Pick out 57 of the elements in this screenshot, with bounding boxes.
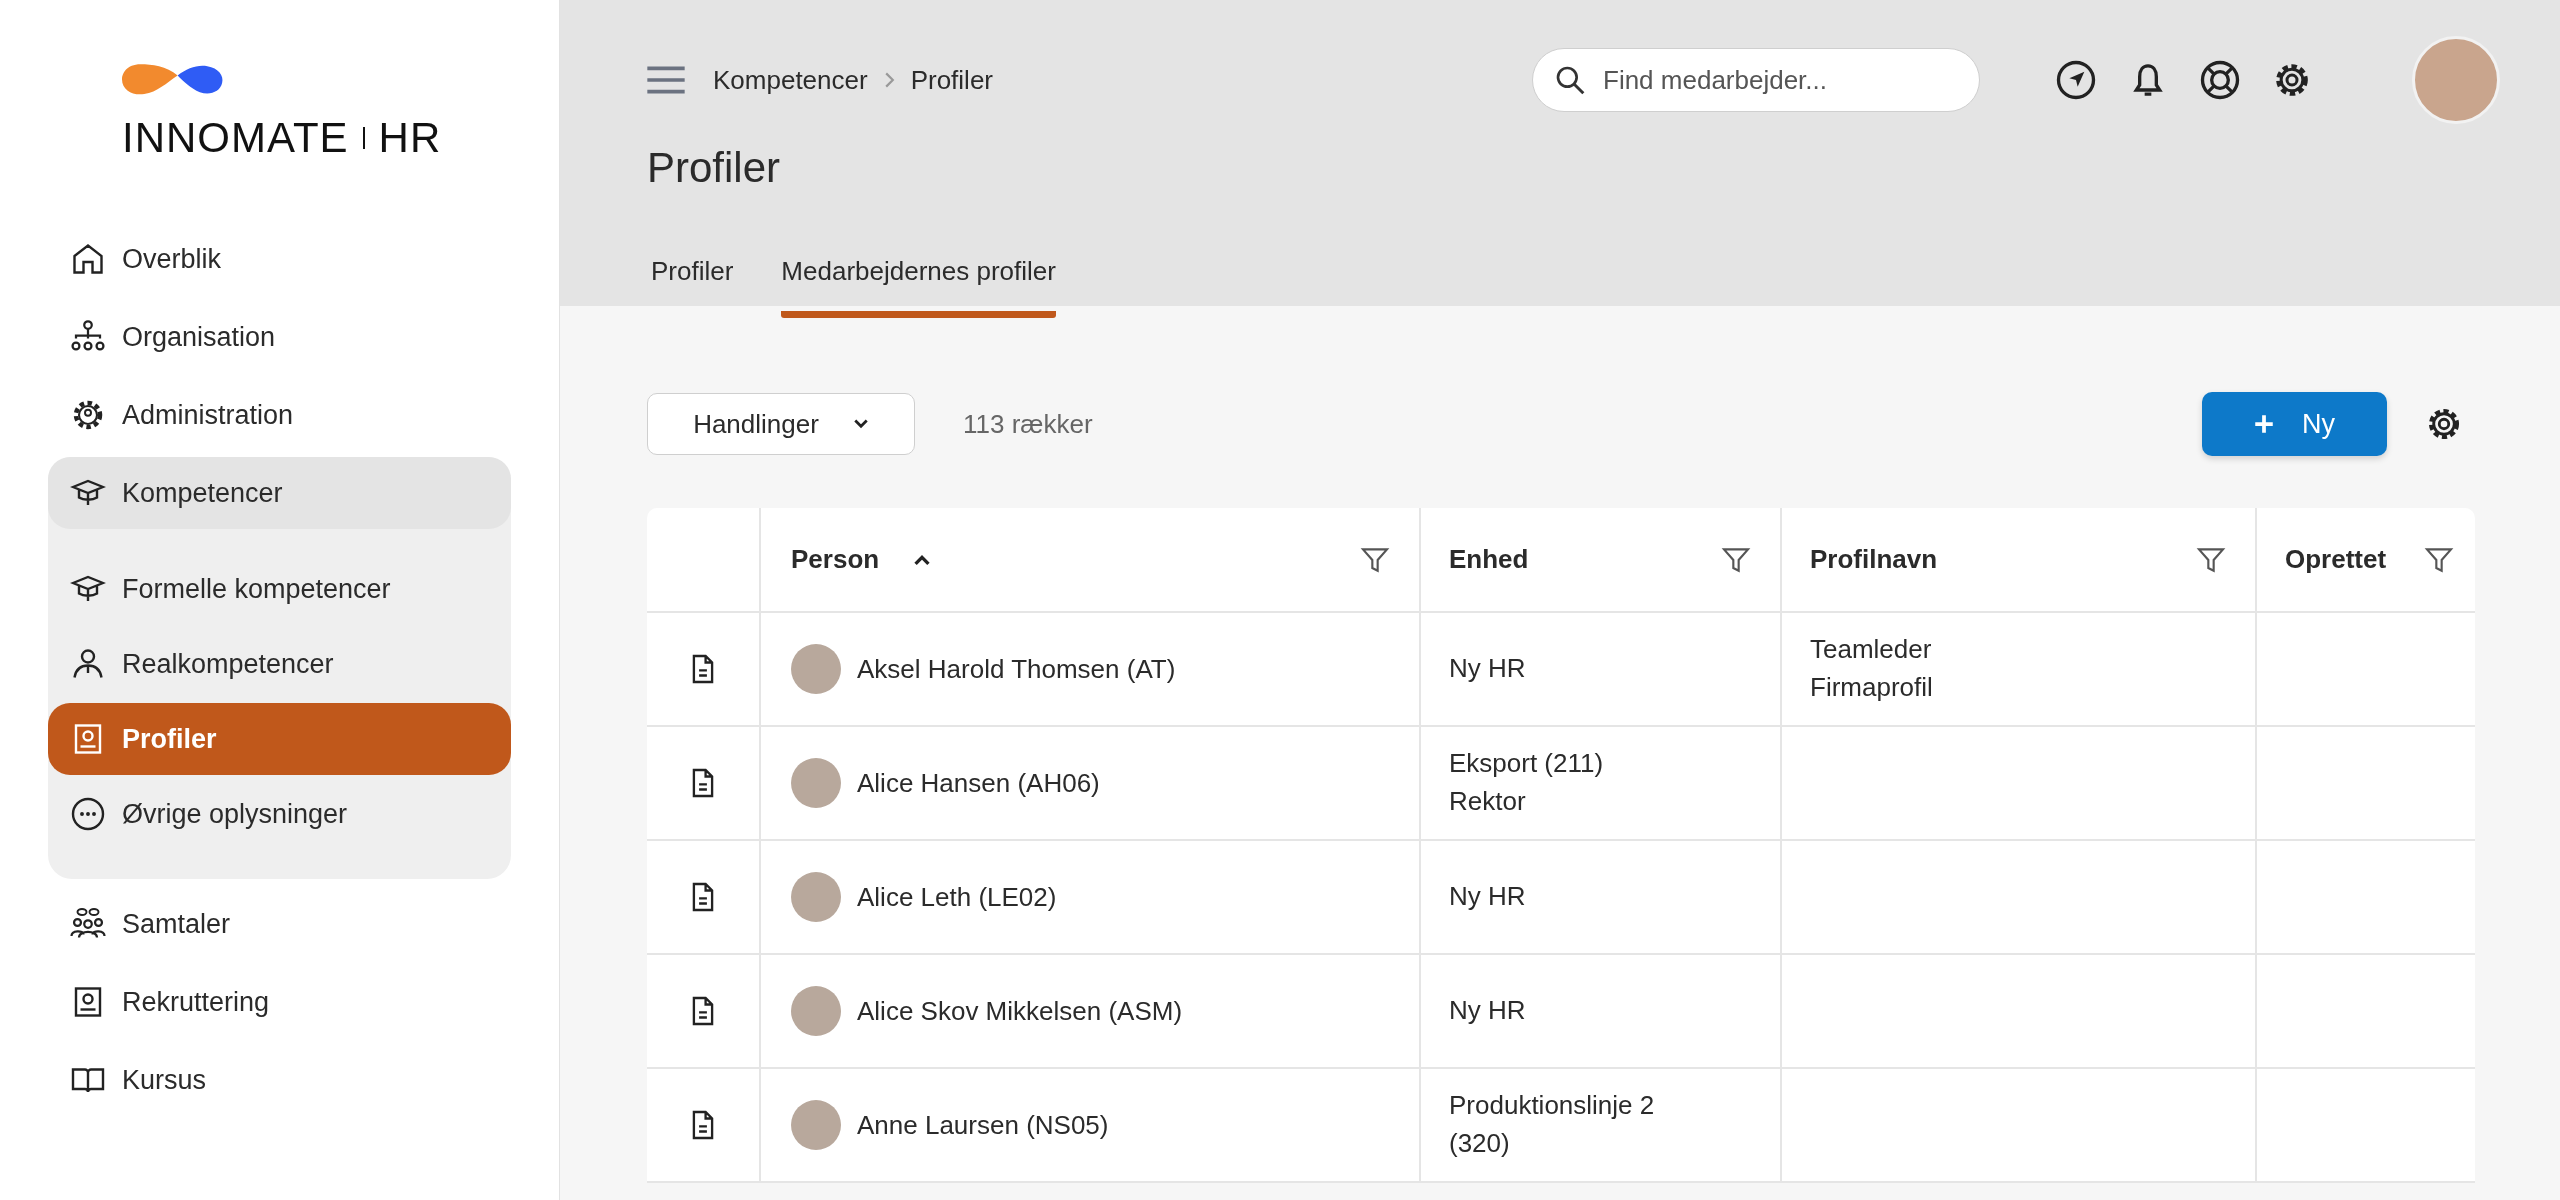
nav-item[interactable]: Profiler bbox=[48, 703, 511, 775]
nav-item[interactable]: Overblik bbox=[0, 223, 559, 295]
nav-item[interactable]: Øvrige oplysninger bbox=[48, 778, 511, 850]
person-name: Anne Laursen (NS05) bbox=[857, 1109, 1109, 1141]
avatar bbox=[791, 872, 841, 922]
column-header[interactable]: Oprettet bbox=[2255, 508, 2475, 611]
plus-icon bbox=[2254, 414, 2274, 434]
document-icon[interactable] bbox=[690, 653, 716, 685]
document-icon[interactable] bbox=[690, 767, 716, 799]
home-icon bbox=[70, 241, 106, 277]
menu-icon[interactable] bbox=[647, 66, 685, 94]
column-header[interactable]: Enhed bbox=[1419, 508, 1780, 611]
new-button[interactable]: Ny bbox=[2202, 392, 2387, 456]
avatar bbox=[791, 758, 841, 808]
nav-item[interactable]: Administration bbox=[0, 379, 559, 451]
nav-item[interactable]: Realkompetencer bbox=[48, 628, 511, 700]
column-header[interactable]: Profilnavn bbox=[1780, 508, 2255, 611]
nav-item[interactable]: Rekruttering bbox=[0, 966, 559, 1038]
unit-name: Rektor bbox=[1449, 785, 1526, 818]
nav-item[interactable]: Formelle kompetencer bbox=[48, 553, 511, 625]
nav-item[interactable]: Kursus bbox=[0, 1044, 559, 1116]
logo-wordmark: INNOMATE HR bbox=[122, 114, 442, 162]
chevron-down-icon bbox=[852, 418, 869, 430]
unit-name: Eksport (211) bbox=[1449, 747, 1604, 781]
nav-item[interactable]: Organisation bbox=[0, 301, 559, 373]
document-icon[interactable] bbox=[690, 881, 716, 913]
document-icon[interactable] bbox=[690, 1109, 716, 1141]
search-icon bbox=[1554, 64, 1586, 96]
tab[interactable]: Profiler bbox=[651, 256, 734, 318]
person-name: Aksel Harold Thomsen (AT) bbox=[857, 653, 1176, 685]
more-icon bbox=[70, 796, 106, 832]
navigation-icon[interactable] bbox=[2056, 60, 2096, 100]
actions-dropdown[interactable]: Handlinger bbox=[647, 393, 915, 455]
search-field[interactable]: Find medarbejder... bbox=[1532, 48, 1980, 112]
chevron-right-icon bbox=[883, 71, 895, 89]
page-title: Profiler bbox=[647, 144, 782, 193]
row-count: 113 rækker bbox=[963, 408, 1093, 440]
person-name: Alice Hansen (AH06) bbox=[857, 767, 1100, 799]
column-header[interactable]: Person bbox=[759, 508, 1419, 611]
breadcrumb-link[interactable]: Profiler bbox=[910, 64, 993, 96]
person-name: Alice Leth (LE02) bbox=[857, 881, 1057, 913]
nav-item[interactable]: Kompetencer bbox=[48, 457, 511, 529]
document-icon[interactable] bbox=[690, 995, 716, 1027]
profile-name: Teamleder bbox=[1810, 633, 1932, 667]
unit-name: Ny HR bbox=[1449, 994, 1526, 1028]
breadcrumb-link[interactable]: Kompetencer bbox=[713, 64, 868, 96]
help-icon[interactable] bbox=[2200, 60, 2240, 100]
person-name: Alice Skov Mikkelsen (ASM) bbox=[857, 995, 1183, 1027]
avatar bbox=[791, 644, 841, 694]
unit-name: Ny HR bbox=[1449, 652, 1526, 686]
unit-name: Produktionslinje 2 (320) bbox=[1449, 1089, 1656, 1160]
avatar bbox=[791, 986, 841, 1036]
unit-name: Ny HR bbox=[1449, 880, 1526, 914]
nav-item[interactable]: Samtaler bbox=[0, 888, 559, 960]
avatar bbox=[791, 1100, 841, 1150]
profile-name: Firmaprofil bbox=[1810, 671, 1933, 704]
tab[interactable]: Medarbejdernes profiler bbox=[781, 256, 1056, 318]
